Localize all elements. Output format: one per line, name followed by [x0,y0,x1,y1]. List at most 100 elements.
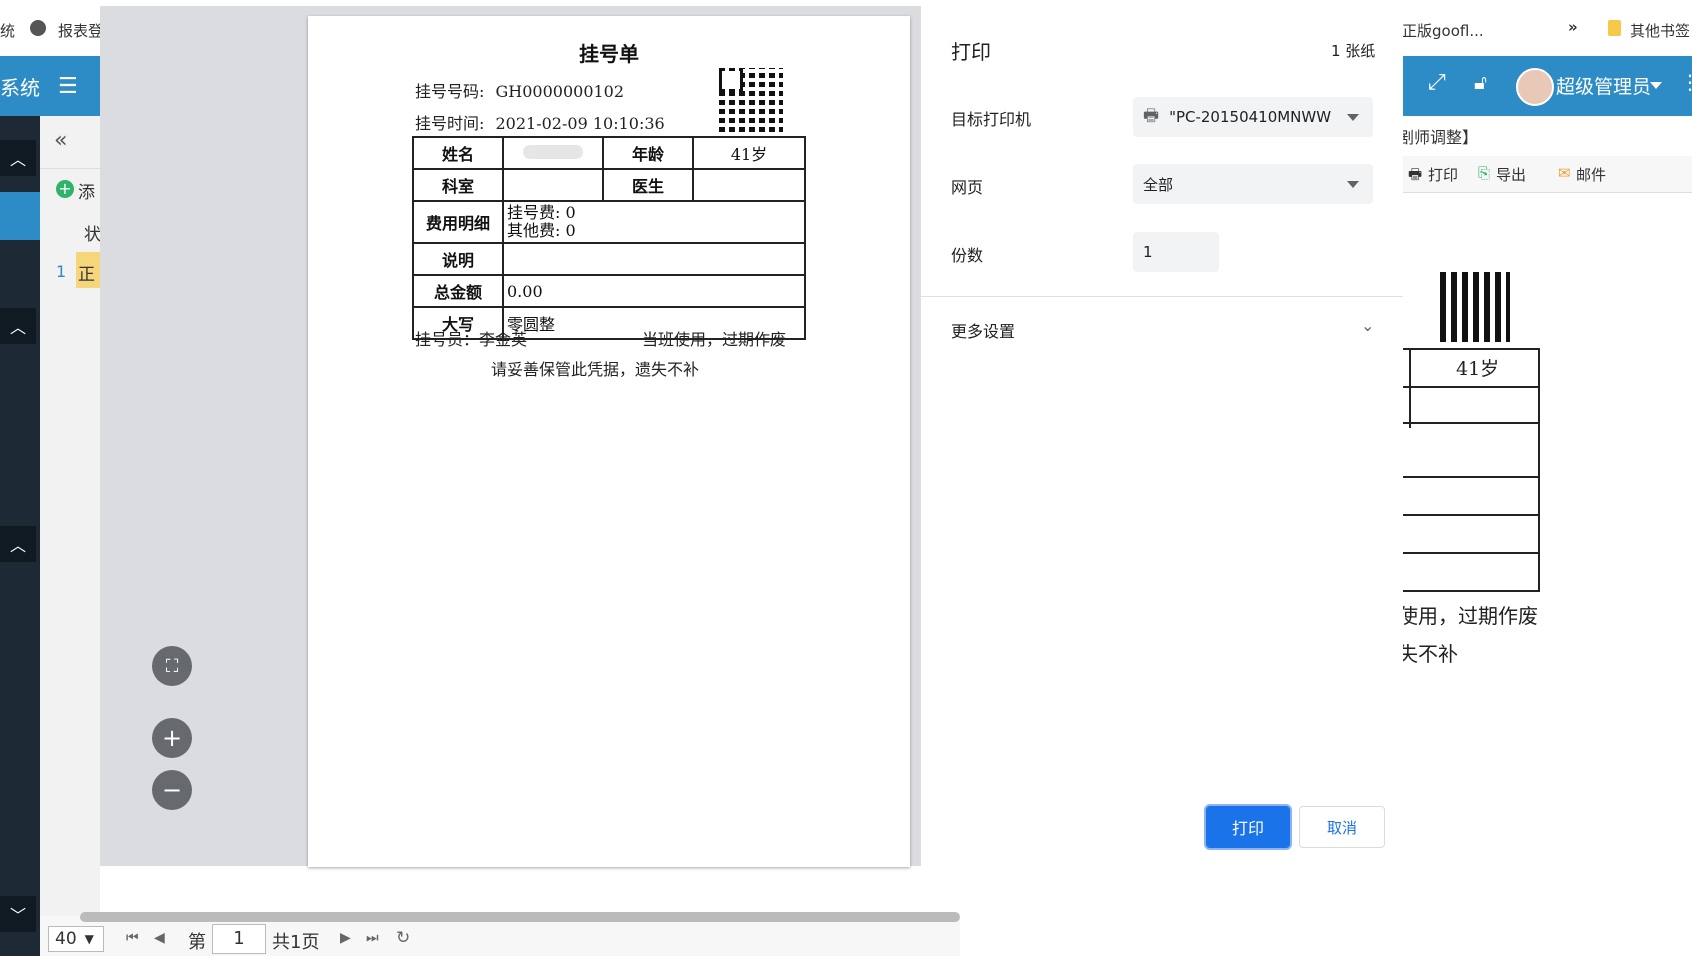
pages-label: 网页 [951,178,984,197]
menu-toggle-icon[interactable]: ☰ [58,74,78,99]
export-icon: ⎘ [1478,164,1491,182]
sidebar: ︿ ︿ ︿ ﹀ [0,116,40,956]
last-page-icon[interactable]: ⏭ [366,930,379,946]
name-value-redacted [502,136,604,170]
page-size-value: 40 [55,929,77,949]
print-settings-panel: 打印 1 张纸 目标打印机 🖶︎ "PC-20150410MNWW 网页 全部 … [920,6,1403,866]
prev-page-icon[interactable]: ◀ [154,930,165,946]
grid-line [1398,422,1538,424]
app-title: 系统 [0,76,40,100]
row-status: 正 [78,265,95,285]
fullscreen-icon[interactable]: ⤢ [1428,70,1446,95]
reg-time-label: 挂号时间: [415,114,485,133]
background-content-right: 剧师调整】 🖶︎ 打印 ⎘ 导出 ✉ 邮件 41岁 使用，过期作废 失不补 [1398,116,1692,956]
toolbar-mail-button[interactable]: 邮件 [1576,164,1606,185]
grid-line [1398,348,1538,350]
printer-icon: 🖶︎ [1143,105,1160,126]
fee-other: 其他费: 0 [507,221,576,240]
divider [40,168,100,169]
chevron-up-icon[interactable]: ︿ [0,308,36,344]
copies-label: 份数 [951,246,984,265]
table-row: 科室 医生 [412,168,806,202]
zoom-out-icon[interactable]: − [152,770,192,810]
bookmark-goofl[interactable]: 正版goofl... [1402,20,1484,41]
fee-reg: 挂号费: 0 [507,203,576,222]
dept-value [502,168,604,202]
chevron-down-icon[interactable]: ⌄ [1361,316,1374,335]
grid-line [1538,348,1540,592]
user-name[interactable]: 超级管理员 [1556,72,1651,99]
reg-number-value: GH0000000102 [495,82,625,101]
printer-select[interactable]: 🖶︎ "PC-20150410MNWW [1133,97,1373,137]
next-page-icon[interactable]: ▶ [340,930,351,946]
grid-line [1398,476,1538,478]
toolbar: 🖶︎ 打印 ⎘ 导出 ✉ 邮件 [1398,156,1692,193]
add-button-label[interactable]: 添 [78,178,95,203]
cancel-button[interactable]: 取消 [1299,806,1385,848]
receipt-table: 姓名 年龄 41岁 科室 医生 费用明细 挂号费: 0 其他费: 0 说明 总金… [412,136,806,340]
copies-input[interactable]: 1 [1133,232,1219,272]
divider [921,296,1403,297]
qr-code [1440,272,1510,342]
printer-value: "PC-20150410MNWW [1169,108,1332,126]
age-label: 年龄 [602,136,694,170]
more-vertical-icon[interactable]: ⋮ [1680,70,1692,94]
background-content-left: « + 添 状 1 正 [40,116,101,956]
pages-value: 全部 [1143,175,1174,194]
bookmark-other[interactable]: 其他书签 [1630,20,1690,41]
bg-footer-line2: 失不补 [1398,642,1458,666]
chevron-down-icon: ▼ [84,932,94,946]
chevron-up-icon[interactable]: ︿ [0,526,36,562]
grid-line [1398,590,1538,592]
print-button[interactable]: 打印 [1206,806,1290,848]
preview-page: 挂号单 挂号号码: GH0000000102 挂号时间: 2021-02-09 … [308,16,910,867]
sheet-count: 1 张纸 [1331,42,1376,60]
fee-detail-value: 挂号费: 0 其他费: 0 [502,200,806,244]
first-page-icon[interactable]: ⏮ [126,930,139,946]
note-value [502,242,806,276]
collapse-double-left-icon[interactable]: « [54,128,67,153]
bookmarks-overflow-button[interactable]: » [1568,18,1578,36]
refresh-icon[interactable]: ↻ [396,928,410,948]
page-prefix: 第 [188,932,206,953]
shift-note: 当班使用，过期作废 [642,330,787,349]
page-number-input[interactable]: 1 [212,924,266,954]
chevron-down-icon [1347,113,1359,121]
toolbar-print-button[interactable]: 打印 [1428,164,1458,185]
zoom-in-icon[interactable]: + [152,718,192,758]
printer-icon: 🖶︎ [1408,165,1423,183]
fit-to-page-icon[interactable]: ⛶ [152,646,192,686]
page-size-select[interactable]: 40 ▼ [48,926,104,952]
printer-label: 目标打印机 [951,110,1032,129]
lock-icon[interactable]: 🔓︎ [1474,70,1487,94]
chevron-down-icon[interactable] [1650,82,1662,89]
horizontal-scrollbar[interactable] [80,912,960,922]
table-row: 说明 [412,242,806,276]
sidebar-item-active[interactable] [0,192,40,240]
chevron-down-icon [1347,180,1359,188]
reg-number-line: 挂号号码: GH0000000102 [415,78,624,102]
chevron-up-icon[interactable]: ︿ [0,140,36,176]
bookmark-report[interactable]: 报表登 [58,20,103,41]
chevron-down-icon[interactable]: ﹀ [0,896,36,932]
add-icon[interactable]: + [56,180,74,198]
more-settings-toggle[interactable]: 更多设置 [951,318,1015,342]
toolbar-export-button[interactable]: 导出 [1496,164,1526,185]
total-label: 总金额 [412,274,504,308]
keep-note: 请妥善保管此凭据，遗失不补 [491,360,700,379]
grid-line [1409,348,1411,428]
avatar[interactable] [1516,68,1554,106]
mail-icon: ✉ [1558,164,1571,182]
pager: 40 ▼ ⏮ ◀ 第 1 共1页 ▶ ⏭ ↻ [40,912,960,956]
copies-value: 1 [1143,243,1153,261]
pages-select[interactable]: 全部 [1133,164,1373,204]
grid-line [1398,386,1538,388]
table-row: 姓名 年龄 41岁 [412,136,806,170]
globe-icon [30,20,46,36]
doctor-label: 医生 [602,168,694,202]
total-value: 0.00 [502,274,806,308]
reg-number-label: 挂号号码: [415,82,485,101]
tab-title[interactable]: 剧师调整】 [1398,124,1478,148]
print-preview-area: 挂号单 挂号号码: GH0000000102 挂号时间: 2021-02-09 … [100,6,920,867]
bookmark-partial-left[interactable]: 统 [0,20,15,41]
